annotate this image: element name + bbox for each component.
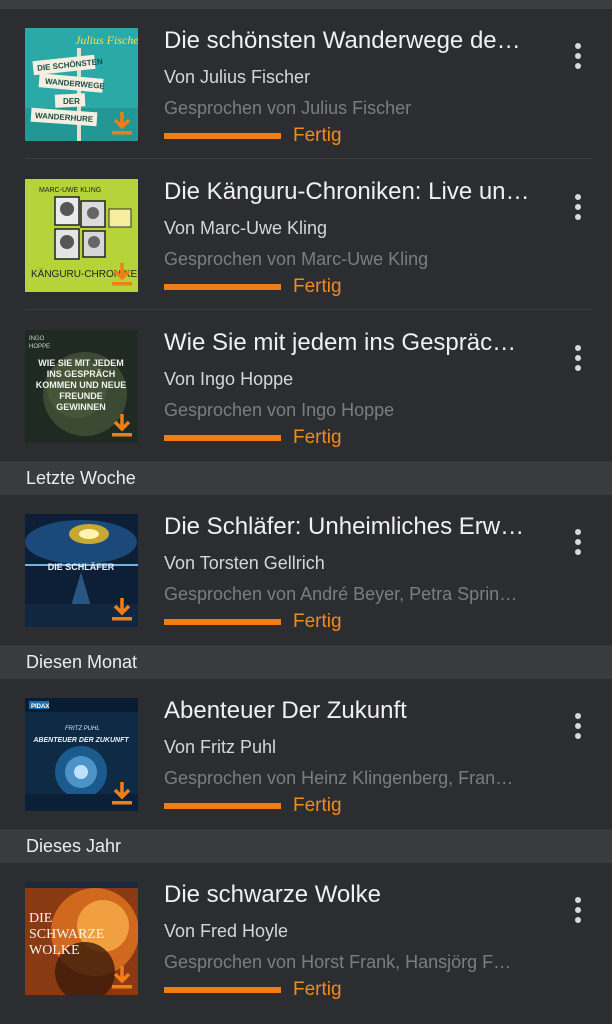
svg-text:MARC-UWE KLING: MARC-UWE KLING [39, 187, 101, 194]
svg-text:PIDAX: PIDAX [31, 704, 49, 710]
download-icon[interactable] [110, 596, 134, 622]
download-icon[interactable] [110, 964, 134, 990]
item-narrator: Gesprochen von Julius Fischer [164, 98, 412, 118]
item-narrator: Gesprochen von Horst Frank, Hansjörg F… [164, 952, 512, 972]
svg-text:FRITZ PUHL: FRITZ PUHL [65, 726, 100, 732]
cover-image: MARC-UWE KLING KÄNGURU-CHRONIKEN [25, 179, 138, 292]
list-item[interactable]: MARC-UWE KLING KÄNGURU-CHRONIKEN Die Kän… [0, 160, 612, 310]
item-author: Von Ingo Hoppe [164, 369, 294, 389]
progress-bar [164, 133, 281, 139]
more-vertical-icon[interactable] [570, 345, 586, 373]
cover-image: INGO HOPPE WIE SIE MIT JEDEM INS GESPRÄC… [25, 330, 138, 443]
divider [25, 309, 592, 310]
item-author: Von Fred Hoyle [164, 921, 289, 941]
item-title: Die Känguru-Chroniken: Live un… [164, 178, 530, 205]
svg-text:FREUNDE: FREUNDE [59, 391, 103, 401]
list-item[interactable]: DIE SCHWARZE WOLKE Die schwarze Wolke Vo… [0, 863, 612, 1013]
svg-text:DIE SCHLÄFER: DIE SCHLÄFER [48, 562, 115, 572]
svg-text:DER: DER [63, 97, 80, 106]
item-author: Von Marc-Uwe Kling [164, 218, 328, 238]
progress-bar [164, 987, 281, 993]
list-item[interactable]: PIDAX FRITZ PUHL ABENTEUER DER ZUKUNFT A… [0, 679, 612, 829]
svg-text:SCHWARZE: SCHWARZE [29, 927, 104, 942]
status-label: Fertig [293, 611, 342, 632]
item-title: Abenteuer Der Zukunft [164, 697, 407, 724]
item-narrator: Gesprochen von Ingo Hoppe [164, 400, 395, 420]
item-narrator: Gesprochen von Marc-Uwe Kling [164, 249, 429, 269]
svg-text:KOMMEN UND NEUE: KOMMEN UND NEUE [36, 380, 127, 390]
item-author: Von Torsten Gellrich [164, 553, 325, 573]
item-title: Die Schläfer: Unheimliches Erw… [164, 513, 525, 540]
download-icon[interactable] [110, 412, 134, 438]
status-label: Fertig [293, 795, 342, 816]
cover-image: DIE SCHWARZE WOLKE [25, 882, 138, 995]
item-narrator: Gesprochen von Heinz Klingenberg, Fran… [164, 768, 514, 788]
svg-text:Julius Fischer: Julius Fischer [75, 33, 138, 47]
svg-text:GEWINNEN: GEWINNEN [56, 402, 106, 412]
status-label: Fertig [293, 276, 342, 297]
item-title: Die schönsten Wanderwege de… [164, 27, 521, 54]
more-vertical-icon[interactable] [570, 43, 586, 71]
svg-text:HOPPE: HOPPE [29, 344, 50, 350]
cover-image: PIDAX FRITZ PUHL ABENTEUER DER ZUKUNFT [25, 698, 138, 811]
section-header-letzte-woche: Letzte Woche [0, 461, 612, 495]
more-vertical-icon[interactable] [570, 529, 586, 557]
more-vertical-icon[interactable] [570, 194, 586, 222]
download-icon[interactable] [110, 780, 134, 806]
more-vertical-icon[interactable] [570, 713, 586, 741]
progress-bar [164, 435, 281, 441]
more-vertical-icon[interactable] [570, 897, 586, 925]
item-author: Von Julius Fischer [164, 67, 311, 87]
svg-text:WOLKE: WOLKE [29, 943, 80, 958]
section-header-dieses-jahr: Dieses Jahr [0, 829, 612, 863]
cover-image: Julius Fischer DIE SCHÖNSTEN WANDERWEGE … [25, 28, 138, 141]
list-item[interactable]: Julius Fischer DIE SCHÖNSTEN WANDERWEGE … [0, 9, 612, 159]
status-label: Fertig [293, 427, 342, 448]
svg-text:WIE SIE MIT JEDEM: WIE SIE MIT JEDEM [38, 358, 124, 368]
svg-text:ABENTEUER DER ZUKUNFT: ABENTEUER DER ZUKUNFT [32, 737, 129, 744]
section-header-diesen-monat: Diesen Monat [0, 645, 612, 679]
item-narrator: Gesprochen von André Beyer, Petra Sprin… [164, 584, 518, 604]
item-title: Wie Sie mit jedem ins Gespräc… [164, 329, 517, 356]
list-item[interactable]: DIE SCHLÄFER Die Schläfer: Unheimliches … [0, 495, 612, 645]
progress-bar [164, 619, 281, 625]
top-edge-strip [0, 0, 612, 9]
status-label: Fertig [293, 979, 342, 1000]
download-icon[interactable] [110, 261, 134, 287]
status-label: Fertig [293, 125, 342, 146]
download-icon[interactable] [110, 110, 134, 136]
divider [25, 158, 592, 159]
item-title: Die schwarze Wolke [164, 881, 381, 908]
svg-text:DIE: DIE [29, 911, 52, 926]
cover-image: DIE SCHLÄFER [25, 514, 138, 627]
svg-text:INGO: INGO [29, 336, 45, 342]
list-item[interactable]: INGO HOPPE WIE SIE MIT JEDEM INS GESPRÄC… [0, 311, 612, 461]
progress-bar [164, 284, 281, 290]
svg-text:INS GESPRÄCH: INS GESPRÄCH [47, 369, 116, 379]
progress-bar [164, 803, 281, 809]
item-author: Von Fritz Puhl [164, 737, 277, 757]
